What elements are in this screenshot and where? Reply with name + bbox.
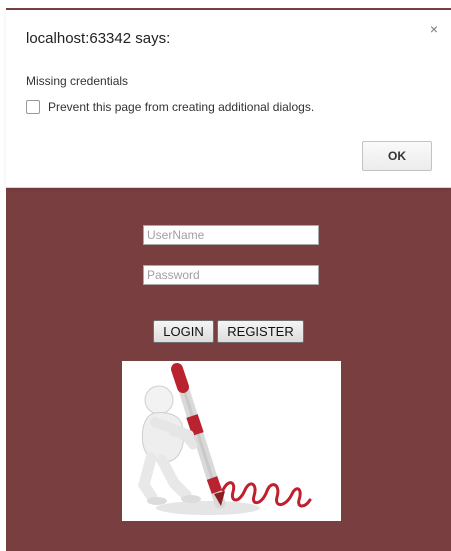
register-button[interactable]: REGISTER <box>217 320 304 343</box>
login-illustration <box>122 361 341 521</box>
login-illustration-icon <box>138 363 312 515</box>
login-button[interactable]: LOGIN <box>153 320 214 343</box>
dialog-message: Missing credentials <box>26 74 129 88</box>
alert-dialog: localhost:63342 says: × Missing credenti… <box>6 10 451 188</box>
prevent-dialogs-label[interactable]: Prevent this page from creating addition… <box>48 100 314 114</box>
ok-button[interactable]: OK <box>362 141 432 171</box>
close-icon[interactable]: × <box>427 22 441 36</box>
prevent-dialogs-checkbox[interactable] <box>26 100 40 114</box>
username-input[interactable] <box>143 225 319 245</box>
password-input[interactable] <box>143 265 319 285</box>
dialog-title: localhost:63342 says: <box>26 30 171 47</box>
prevent-dialogs-option[interactable]: Prevent this page from creating addition… <box>26 100 314 114</box>
